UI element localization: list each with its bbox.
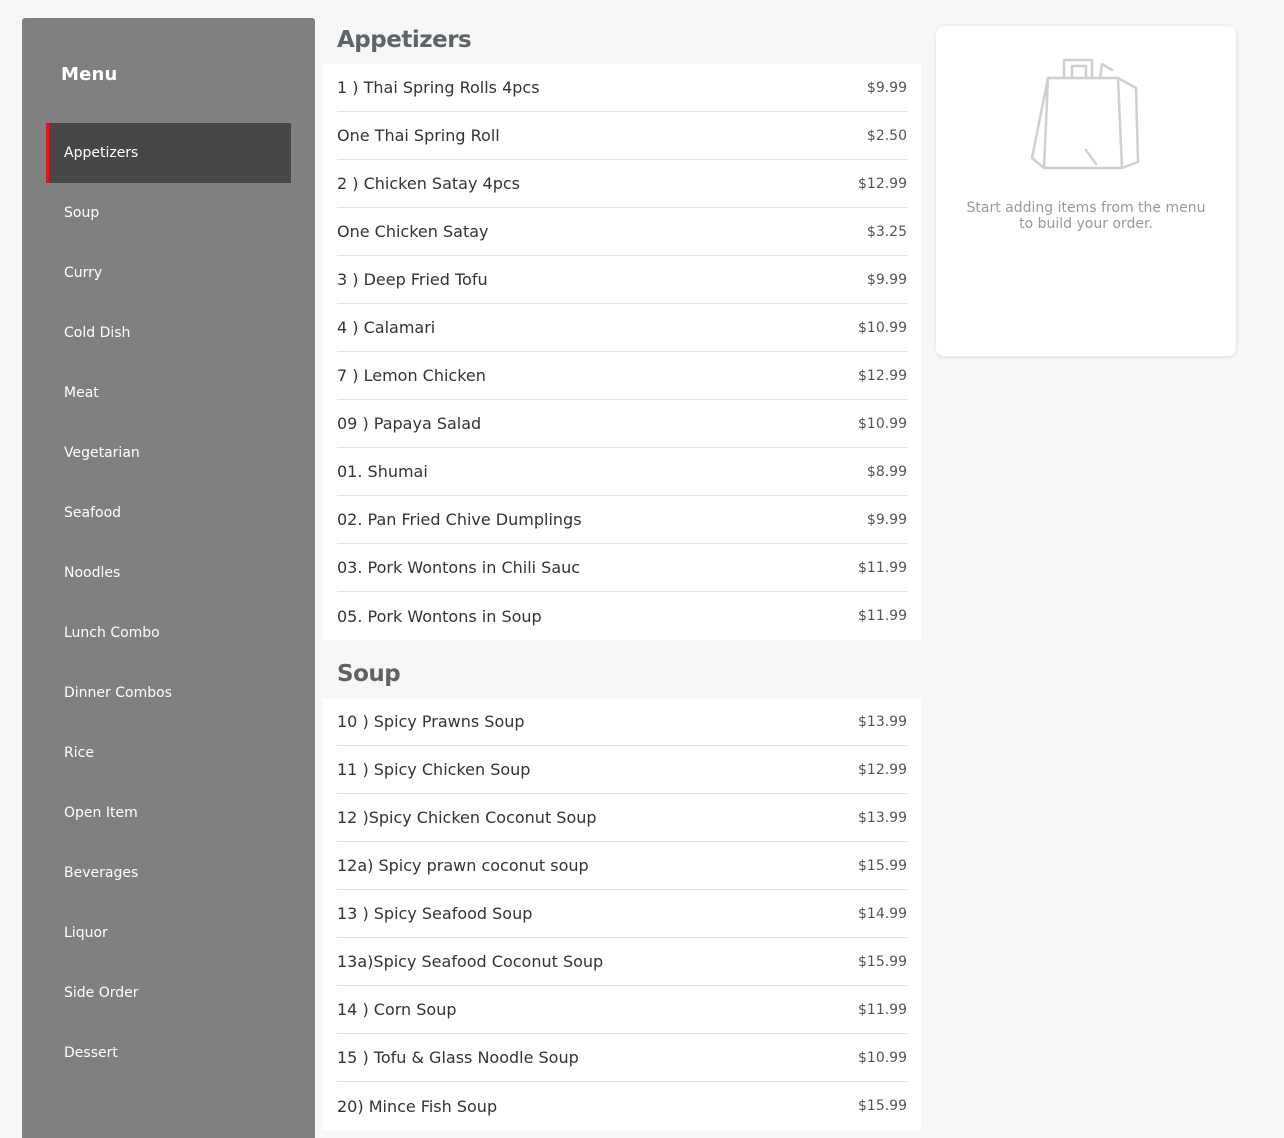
menu-item-price: $3.25: [866, 223, 907, 240]
menu-item-name: 11 ) Spicy Chicken Soup: [337, 760, 531, 779]
menu-item[interactable]: 13a)Spicy Seafood Coconut Soup $15.99: [337, 938, 907, 986]
menu-item-price: $14.99: [858, 905, 907, 922]
menu-item-list: 1 ) Thai Spring Rolls 4pcs $9.99 One Thai …: [322, 64, 921, 640]
menu-item-name: 4 ) Calamari: [337, 318, 436, 337]
menu-item[interactable]: 13 ) Spicy Seafood Soup $14.99: [337, 890, 907, 938]
menu-item[interactable]: 02. Pan Fried Chive Dumplings $9.99: [337, 496, 907, 544]
menu-item[interactable]: 12 )Spicy Chicken Coconut Soup $13.99: [337, 794, 907, 842]
menu-item-name: 20) Mince Fish Soup: [337, 1096, 498, 1116]
menu-item-price: $15.99: [858, 953, 907, 970]
menu-item-name: One Chicken Satay: [337, 222, 489, 241]
menu-item-name: 12 )Spicy Chicken Coconut Soup: [337, 808, 597, 827]
sidebar-item-rice[interactable]: Rice: [46, 723, 291, 783]
menu-item[interactable]: One Chicken Satay $3.25: [337, 208, 907, 256]
menu-item-price: $10.99: [858, 1049, 907, 1066]
menu-item-name: 7 ) Lemon Chicken: [337, 366, 486, 385]
menu-item[interactable]: 7 ) Lemon Chicken $12.99: [337, 352, 907, 400]
sidebar-item-side-order[interactable]: Side Order: [46, 963, 291, 1023]
sidebar-item-meat[interactable]: Meat: [46, 363, 291, 423]
menu-item-name: 05. Pork Wontons in Soup: [337, 606, 542, 626]
menu-item[interactable]: 1 ) Thai Spring Rolls 4pcs $9.99: [337, 64, 907, 112]
sidebar-item-liquor[interactable]: Liquor: [46, 903, 291, 963]
menu-item-name: 1 ) Thai Spring Rolls 4pcs: [337, 78, 540, 97]
menu-item-price: $13.99: [858, 809, 907, 826]
menu-item-name: 03. Pork Wontons in Chili Sauc: [337, 558, 581, 577]
sidebar-item-dinner-combos[interactable]: Dinner Combos: [46, 663, 291, 723]
menu-item-name: 09 ) Papaya Salad: [337, 414, 482, 433]
menu-item-name: 10 ) Spicy Prawns Soup: [337, 712, 525, 731]
menu-item[interactable]: 01. Shumai $8.99: [337, 448, 907, 496]
menu-item-name: 14 ) Corn Soup: [337, 1000, 457, 1019]
menu-item[interactable]: 4 ) Calamari $10.99: [337, 304, 907, 352]
menu-item-price: $15.99: [858, 857, 907, 874]
menu-item-price: $12.99: [858, 761, 907, 778]
menu-item-price: $11.99: [858, 559, 907, 576]
menu-item-price: $10.99: [858, 319, 907, 336]
menu-item[interactable]: 3 ) Deep Fried Tofu $9.99: [337, 256, 907, 304]
menu-item-price: $15.99: [858, 1098, 907, 1114]
sidebar-item-seafood[interactable]: Seafood: [46, 483, 291, 543]
sidebar-item-vegetarian[interactable]: Vegetarian: [46, 423, 291, 483]
empty-order-message: Start adding items from the menu to buil…: [966, 200, 1206, 232]
menu-item-price: $10.99: [858, 415, 907, 432]
sidebar-item-lunch-combo[interactable]: Lunch Combo: [46, 603, 291, 663]
menu-item[interactable]: 09 ) Papaya Salad $10.99: [337, 400, 907, 448]
menu-item-name: 02. Pan Fried Chive Dumplings: [337, 510, 582, 529]
menu-item-name: 2 ) Chicken Satay 4pcs: [337, 174, 520, 193]
menu-item[interactable]: 11 ) Spicy Chicken Soup $12.99: [337, 746, 907, 794]
section-title: Appetizers: [337, 27, 472, 53]
sidebar-item-appetizers[interactable]: Appetizers: [46, 123, 291, 183]
sidebar-item-beverages[interactable]: Beverages: [46, 843, 291, 903]
menu-item-name: 3 ) Deep Fried Tofu: [337, 270, 488, 289]
sidebar-item-cold-dish[interactable]: Cold Dish: [46, 303, 291, 363]
menu-item-price: $2.50: [866, 127, 907, 144]
menu-item[interactable]: 20) Mince Fish Soup $15.99: [337, 1082, 907, 1130]
shopping-bag-icon: [1030, 58, 1140, 170]
order-panel: Start adding items from the menu to buil…: [936, 26, 1236, 356]
sidebar-item-curry[interactable]: Curry: [46, 243, 291, 303]
menu-item[interactable]: 03. Pork Wontons in Chili Sauc $11.99: [337, 544, 907, 592]
menu-item[interactable]: One Thai Spring Roll $2.50: [337, 112, 907, 160]
category-list: Appetizers Soup Curry Cold Dish Meat Vegetari…: [46, 123, 291, 1083]
sidebar-item-dessert[interactable]: Dessert: [46, 1023, 291, 1083]
menu-item[interactable]: 10 ) Spicy Prawns Soup $13.99: [337, 698, 907, 746]
menu-item[interactable]: 2 ) Chicken Satay 4pcs $12.99: [337, 160, 907, 208]
menu-item-name: 13a)Spicy Seafood Coconut Soup: [337, 952, 604, 971]
section-title: Soup: [337, 661, 401, 687]
menu-item-name: 13 ) Spicy Seafood Soup: [337, 904, 533, 923]
menu-item[interactable]: 14 ) Corn Soup $11.99: [337, 986, 907, 1034]
category-sidebar: Menu Appetizers Soup Curry Cold Dish Meat Veg…: [22, 18, 315, 1138]
menu-item-price: $8.99: [866, 463, 907, 480]
menu-item-price: $11.99: [858, 608, 907, 624]
menu-item-name: 12a) Spicy prawn coconut soup: [337, 856, 589, 875]
menu-item[interactable]: 05. Pork Wontons in Soup $11.99: [337, 592, 907, 640]
menu-item-name: 01. Shumai: [337, 462, 428, 481]
menu-item[interactable]: 12a) Spicy prawn coconut soup $15.99: [337, 842, 907, 890]
menu-item-price: $12.99: [858, 175, 907, 192]
menu-item-price: $11.99: [858, 1001, 907, 1018]
menu-item-name: One Thai Spring Roll: [337, 126, 500, 145]
menu-item-price: $13.99: [858, 713, 907, 730]
menu-item-price: $12.99: [858, 367, 907, 384]
menu-item-list: 10 ) Spicy Prawns Soup $13.99 11 ) Spicy C…: [322, 698, 921, 1130]
sidebar-item-open-item[interactable]: Open Item: [46, 783, 291, 843]
sidebar-title: Menu: [61, 64, 118, 85]
menu-item-price: $9.99: [866, 511, 907, 528]
menu-item-name: 15 ) Tofu & Glass Noodle Soup: [337, 1048, 579, 1067]
sidebar-item-noodles[interactable]: Noodles: [46, 543, 291, 603]
menu-item-price: $9.99: [866, 271, 907, 288]
menu-content: Appetizers 1 ) Thai Spring Rolls 4pcs $9.9…: [322, 18, 921, 1130]
sidebar-item-soup[interactable]: Soup: [46, 183, 291, 243]
menu-item[interactable]: 15 ) Tofu & Glass Noodle Soup $10.99: [337, 1034, 907, 1082]
menu-item-price: $9.99: [866, 79, 907, 96]
